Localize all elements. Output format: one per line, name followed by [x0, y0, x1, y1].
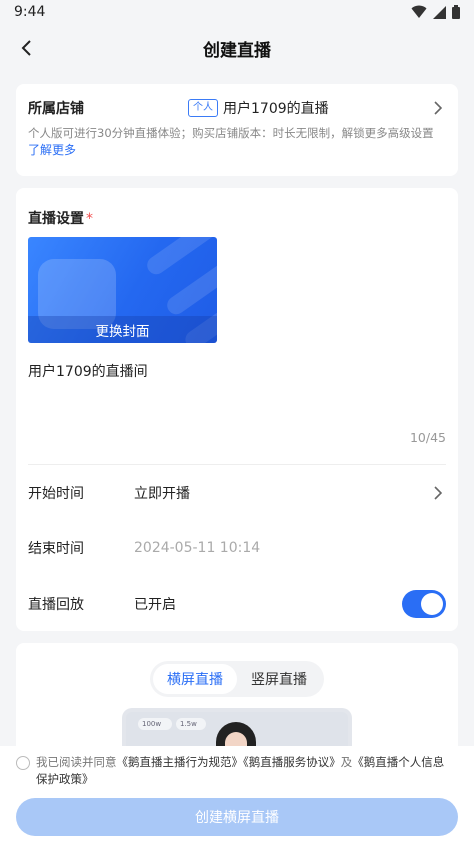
- battery-icon: [452, 5, 460, 19]
- nav-bar: 创建直播: [0, 24, 474, 72]
- start-time-label: 开始时间: [28, 486, 84, 502]
- change-cover-button[interactable]: 更换封面: [28, 316, 217, 343]
- agree-prefix: 我已阅读并同意: [36, 755, 117, 769]
- agree-radio[interactable]: [16, 756, 30, 770]
- replay-row: 直播回放 已开启: [28, 589, 446, 619]
- viewer-count-badge: 100w: [138, 718, 172, 730]
- status-icons: [411, 5, 460, 19]
- page-title: 创建直播: [203, 40, 271, 61]
- mode-segmented-control: 横屏直播 竖屏直播: [150, 661, 324, 697]
- chevron-right-icon[interactable]: [430, 485, 446, 501]
- store-row[interactable]: 所属店铺 个人 用户1709的直播: [28, 98, 446, 118]
- chevron-right-icon[interactable]: [430, 100, 446, 116]
- start-time-value: 立即开播: [134, 486, 190, 502]
- learn-more-link[interactable]: 了解更多: [28, 142, 446, 159]
- tab-landscape-live[interactable]: 横屏直播: [153, 664, 237, 694]
- store-card[interactable]: 所属店铺 个人 用户1709的直播 个人版可进行30分钟直播体验；购买店铺版本：…: [16, 84, 458, 176]
- store-label: 所属店铺: [28, 101, 84, 117]
- replay-label: 直播回放: [28, 597, 84, 613]
- replay-value: 已开启: [134, 597, 176, 613]
- status-time: 9:44: [14, 4, 46, 20]
- end-time-label: 结束时间: [28, 541, 84, 557]
- store-name: 用户1709的直播: [223, 101, 329, 117]
- store-description: 个人版可进行30分钟直播体验；购买店铺版本：时长无限制，解锁更多高级设置: [28, 126, 434, 140]
- tab-portrait-live[interactable]: 竖屏直播: [237, 664, 321, 694]
- agreement-text: 我已阅读并同意《鹅直播主播行为规范》《鹅直播服务协议》及《鹅直播个人信息保护政策…: [36, 754, 446, 788]
- title-char-count: 10/45: [409, 430, 446, 445]
- settings-card: 直播设置 * 更换封面 用户1709的直播间 10/45 开始时间 立即开播 结束…: [16, 188, 458, 631]
- like-count-badge: 1.5w: [176, 718, 206, 730]
- end-time-value: 2024-05-11 10:14: [134, 540, 261, 556]
- required-mark: *: [86, 211, 93, 227]
- create-live-button[interactable]: 创建横屏直播: [16, 798, 458, 836]
- room-title-input[interactable]: 用户1709的直播间: [28, 361, 148, 381]
- signal-icon: [433, 5, 446, 19]
- service-agreement-link[interactable]: 《鹅直播服务协议》: [243, 755, 341, 769]
- end-time-row: 结束时间 2024-05-11 10:14: [28, 533, 446, 563]
- agree-and: 及: [340, 755, 353, 769]
- back-arrow-icon[interactable]: [14, 36, 38, 60]
- personal-tag-badge: 个人: [188, 99, 218, 117]
- live-mode-card: 横屏直播 竖屏直播 100w 1.5w: [16, 643, 458, 778]
- settings-title-text: 直播设置: [28, 211, 84, 227]
- cover-image[interactable]: 更换封面: [28, 237, 217, 343]
- replay-toggle[interactable]: [402, 590, 446, 618]
- status-bar: 9:44: [0, 0, 474, 24]
- wifi-icon: [411, 5, 427, 18]
- toggle-knob: [421, 593, 443, 615]
- bottom-bar: 我已阅读并同意《鹅直播主播行为规范》《鹅直播服务协议》及《鹅直播个人信息保护政策…: [0, 746, 474, 844]
- agreement-row: 我已阅读并同意《鹅直播主播行为规范》《鹅直播服务协议》及《鹅直播个人信息保护政策…: [16, 754, 446, 788]
- start-time-row[interactable]: 开始时间 立即开播: [28, 478, 446, 508]
- settings-title: 直播设置 *: [28, 208, 93, 228]
- divider: [28, 464, 446, 465]
- host-rules-link[interactable]: 《鹅直播主播行为规范》: [117, 755, 244, 769]
